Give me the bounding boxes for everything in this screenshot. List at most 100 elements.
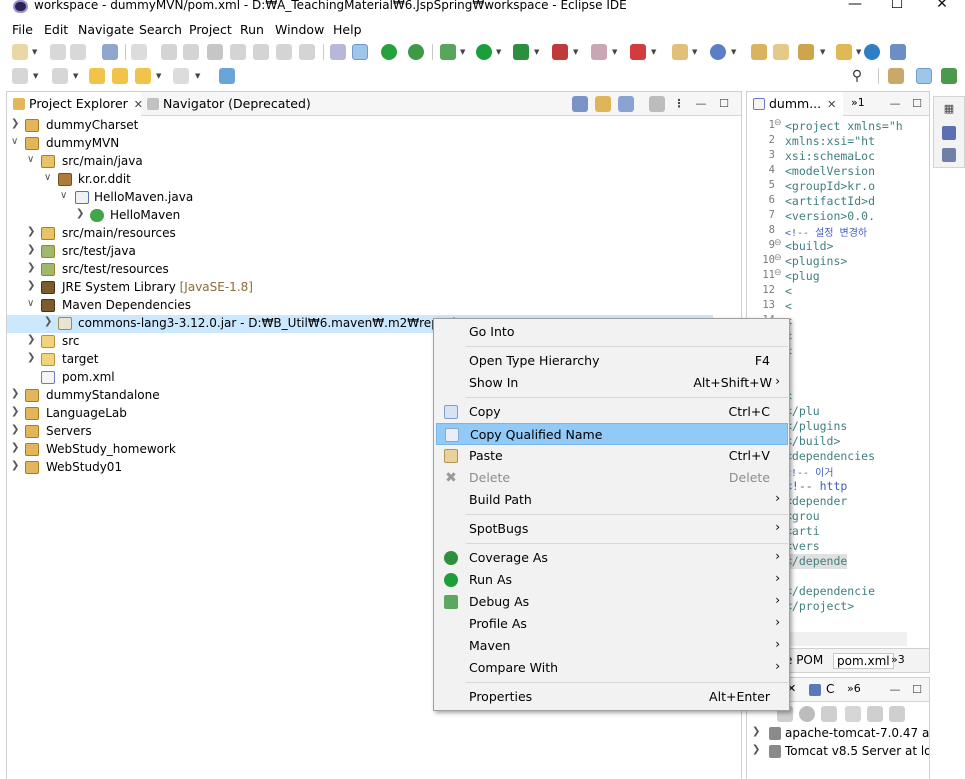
chevron-right-icon[interactable]: ❯ (27, 334, 37, 345)
tree-item[interactable]: ❯ src/main/resources (7, 225, 741, 243)
save-icon[interactable] (50, 44, 66, 60)
forward-icon[interactable] (173, 68, 189, 84)
minimize-button[interactable]: — (840, 0, 870, 14)
chevron-down-icon[interactable]: ∨ (60, 190, 70, 201)
new-icon[interactable] (12, 44, 28, 60)
open-task-icon[interactable] (773, 44, 789, 60)
server-tool-icon[interactable] (890, 44, 906, 60)
chevron-right-icon[interactable]: ❯ (27, 352, 37, 363)
minimize-view-icon[interactable]: — (693, 96, 709, 112)
maximize-view-icon[interactable]: ☐ (909, 682, 925, 698)
menu-edit[interactable]: Edit (44, 22, 68, 37)
chevron-right-icon[interactable]: ❯ (11, 442, 21, 453)
tab-pom-editor[interactable]: dumm... ✕ (747, 92, 843, 116)
focus-icon[interactable] (649, 96, 665, 112)
restore-icon[interactable]: ▦ (941, 101, 957, 117)
menu-item-debug-as[interactable]: Debug As › (436, 591, 788, 613)
save-all-icon[interactable] (70, 44, 86, 60)
fold-icon[interactable]: ⊖ (774, 118, 782, 128)
globe-icon[interactable] (864, 44, 880, 60)
drop-to-frame-icon[interactable] (330, 44, 346, 60)
search-icon[interactable]: ⚲ (849, 68, 865, 84)
stop-server-icon[interactable] (591, 44, 607, 60)
menu-project[interactable]: Project (189, 22, 232, 37)
collapse-all-icon[interactable] (572, 96, 588, 112)
new-class-icon[interactable] (710, 44, 726, 60)
open-perspective-icon[interactable] (888, 68, 904, 84)
chevron-right-icon[interactable]: ❯ (27, 262, 37, 273)
disconnect-icon[interactable] (230, 44, 246, 60)
external-tools-icon[interactable] (630, 44, 646, 60)
maximize-view-icon[interactable]: ☐ (716, 96, 732, 112)
tab-pom-xml[interactable]: pom.xml (833, 653, 894, 669)
stop-server-icon[interactable] (845, 706, 861, 722)
link-with-editor-icon[interactable] (595, 96, 611, 112)
menu-item-profile-as[interactable]: Profile As › (436, 613, 788, 635)
tree-item[interactable]: ∨ kr.or.ddit (7, 171, 741, 189)
menu-item-build-path[interactable]: Build Path › (436, 489, 788, 511)
menu-item-coverage-as[interactable]: Coverage As › (436, 547, 788, 569)
tree-item[interactable]: ❯ JRE System Library [JavaSE-1.8] (7, 279, 741, 297)
menu-item-copy[interactable]: Copy Ctrl+C (436, 401, 788, 423)
server-item[interactable]: ❯ Tomcat v8.5 Server at loca (747, 743, 929, 761)
tree-item[interactable]: ❯ dummyCharset (7, 117, 741, 135)
menu-item-paste[interactable]: Paste Ctrl+V (436, 445, 788, 467)
code-area[interactable]: <project xmlns="h xmlns:xsi="ht xsi:sche… (783, 117, 931, 637)
menu-window[interactable]: Window (275, 22, 324, 37)
suspend-icon[interactable] (183, 44, 199, 60)
close-icon[interactable]: ✕ (827, 98, 836, 111)
chevron-down-icon[interactable]: ∨ (11, 136, 21, 147)
resume-icon[interactable] (161, 44, 177, 60)
step-return-icon[interactable] (299, 44, 315, 60)
chevron-right-icon[interactable]: ❯ (752, 744, 760, 755)
chevron-down-icon[interactable]: ∨ (27, 298, 37, 309)
fold-icon[interactable]: ⊖ (774, 238, 782, 248)
menu-item-delete[interactable]: ✖ Delete Delete (436, 467, 788, 489)
chevron-down-icon[interactable]: ∨ (44, 172, 54, 183)
back-icon[interactable] (135, 68, 151, 84)
fold-icon[interactable]: ⊖ (774, 253, 782, 263)
open-folder-icon[interactable] (836, 44, 852, 60)
outline-icon[interactable] (942, 126, 956, 140)
tree-item[interactable]: ∨ src/main/java (7, 153, 741, 171)
step-into-icon[interactable] (253, 44, 269, 60)
menu-navigate[interactable]: Navigate (78, 22, 134, 37)
chevron-right-icon[interactable]: ❯ (11, 424, 21, 435)
start-server-icon[interactable] (799, 706, 815, 722)
chevron-right-icon[interactable]: ❯ (27, 244, 37, 255)
debug-icon[interactable] (440, 44, 456, 60)
last-edit-location-icon[interactable] (89, 68, 105, 84)
spotbugs-icon[interactable] (408, 44, 424, 60)
search-tool-icon[interactable] (798, 44, 814, 60)
chevron-right-icon[interactable]: ❯ (44, 316, 54, 327)
menu-item-spotbugs[interactable]: SpotBugs › (436, 518, 788, 540)
tab-effective-pom[interactable]: e POM (785, 653, 823, 667)
terminal-icon[interactable] (102, 44, 118, 60)
menu-item-open-type-hierarchy[interactable]: Open Type Hierarchy F4 (436, 350, 788, 372)
server-item[interactable]: ❯ apache-tomcat-7.0.47 at lo (747, 725, 929, 743)
menu-file[interactable]: File (12, 22, 33, 37)
java-perspective-icon[interactable] (916, 68, 932, 84)
menu-item-properties[interactable]: Properties Alt+Enter (436, 686, 788, 708)
tab-project-explorer[interactable]: Project Explorer ✕ (7, 92, 143, 116)
debug-perspective-icon[interactable] (941, 68, 957, 84)
chevron-right-icon[interactable]: ❯ (27, 280, 37, 291)
servers-tabs-overflow[interactable]: »6 (847, 682, 861, 695)
terminate-icon[interactable] (207, 44, 223, 60)
chevron-down-icon[interactable]: ∨ (27, 154, 37, 165)
use-step-filters-icon[interactable] (352, 44, 368, 60)
bottom-tabs-overflow[interactable]: »3 (891, 653, 905, 666)
chevron-right-icon[interactable]: ❯ (76, 208, 86, 219)
tab-navigator[interactable]: Navigator (Deprecated) (141, 92, 317, 116)
chevron-right-icon[interactable]: ❯ (752, 726, 760, 737)
menu-item-show-in[interactable]: Show In Alt+Shift+W › (436, 372, 788, 394)
tree-item[interactable]: ∨ dummyMVN (7, 135, 741, 153)
tree-item[interactable]: ❯ HelloMaven (7, 207, 741, 225)
menu-item-go-into[interactable]: Go Into (436, 321, 788, 343)
menu-run[interactable]: Run (240, 22, 264, 37)
chevron-right-icon[interactable]: ❯ (11, 406, 21, 417)
tree-item[interactable]: ∨ HelloMaven.java (7, 189, 741, 207)
editor-overflow-tab[interactable]: »1 (845, 92, 871, 116)
open-type-icon[interactable] (751, 44, 767, 60)
tree-item[interactable]: ❯ src/test/java (7, 243, 741, 261)
